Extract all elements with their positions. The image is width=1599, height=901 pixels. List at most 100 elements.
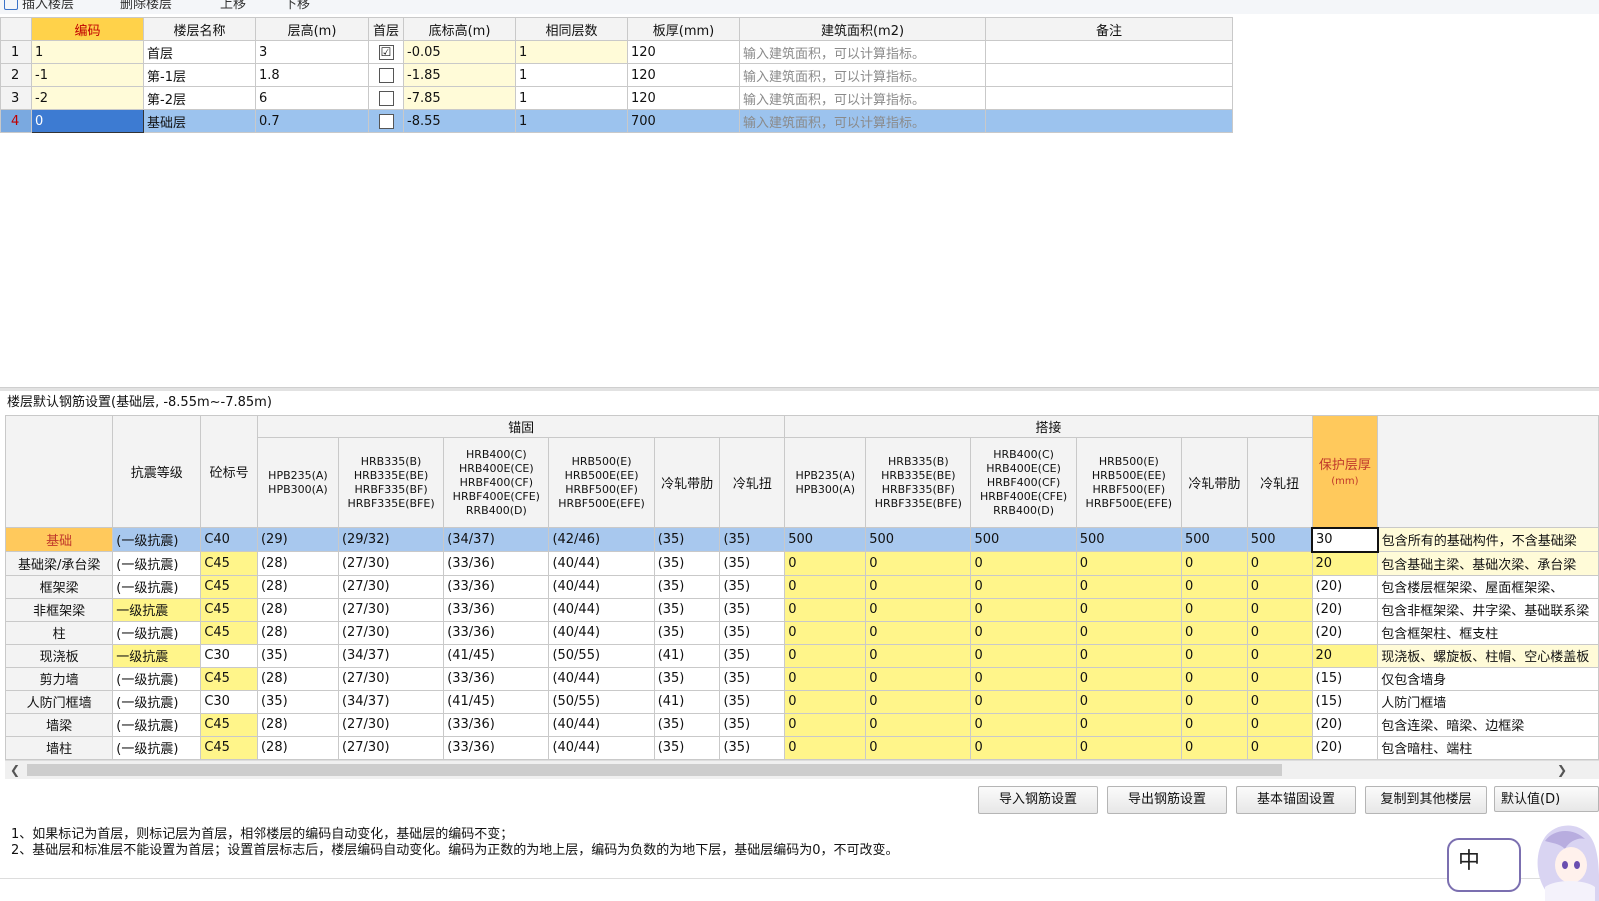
lap-hrb400-cell[interactable]: 0: [970, 597, 1077, 622]
first-floor-cell[interactable]: ☑: [368, 40, 404, 64]
anchor-hrb400-cell[interactable]: (41/45): [443, 643, 550, 668]
area-cell[interactable]: 输入建筑面积，可以计算指标。: [739, 63, 986, 87]
cover-thickness-cell[interactable]: 20: [1311, 551, 1379, 576]
lap-cold-rib-cell[interactable]: 0: [1180, 666, 1248, 691]
lap-cold-rib-cell[interactable]: 0: [1180, 643, 1248, 668]
seismic-grade-cell[interactable]: (一级抗震): [112, 574, 202, 599]
anchor-hrb400-cell[interactable]: (41/45): [443, 689, 550, 714]
concrete-grade-cell[interactable]: C45: [200, 597, 258, 622]
code-cell[interactable]: -1: [31, 63, 144, 87]
lap-hrb335-cell[interactable]: 0: [865, 689, 972, 714]
seismic-grade-cell[interactable]: (一级抗震): [112, 620, 202, 645]
rebar-row[interactable]: 框架梁 (一级抗震) C45 (28) (27/30) (33/36) (40/44) (35…: [4, 574, 1599, 599]
lap-hrb335-cell[interactable]: 0: [865, 643, 972, 668]
lap-cold-twist-cell[interactable]: 0: [1246, 597, 1313, 622]
anchor-cold-rib-cell[interactable]: (35): [653, 735, 721, 760]
copy-to-other-floors-button[interactable]: 复制到其他楼层: [1365, 786, 1487, 814]
anchor-hpb-cell[interactable]: (28): [256, 597, 339, 622]
default-value-button[interactable]: 默认值(D): [1494, 786, 1599, 812]
same-count-cell[interactable]: 1: [515, 109, 628, 133]
anchor-cold-rib-cell[interactable]: (41): [653, 643, 721, 668]
lap-hrb335-cell[interactable]: 0: [865, 735, 972, 760]
lap-hrb335-cell[interactable]: 0: [865, 597, 972, 622]
lap-cold-rib-cell[interactable]: 0: [1180, 597, 1248, 622]
column-header-same[interactable]: 相同层数: [515, 17, 628, 41]
area-cell[interactable]: 输入建筑面积，可以计算指标。: [739, 40, 986, 64]
thickness-cell[interactable]: 120: [627, 63, 740, 87]
column-header-first[interactable]: 首层: [368, 17, 404, 41]
anchor-hpb-cell[interactable]: (28): [256, 712, 339, 737]
anchor-hrb335-cell[interactable]: (27/30): [337, 551, 445, 576]
cover-thickness-cell[interactable]: 20: [1311, 643, 1379, 668]
anchor-cold-twist-cell[interactable]: (35): [719, 735, 786, 760]
anchor-cold-rib-cell[interactable]: (41): [653, 689, 721, 714]
component-cell[interactable]: 现浇板: [4, 643, 114, 668]
concrete-grade-cell[interactable]: C40: [200, 527, 258, 552]
anchor-hrb500-cell[interactable]: (40/44): [548, 574, 655, 599]
anchor-hrb400-cell[interactable]: (33/36): [443, 597, 550, 622]
lap-hrb400-cell[interactable]: 0: [970, 666, 1077, 691]
lap-hrb500-cell[interactable]: 0: [1075, 666, 1182, 691]
height-cell[interactable]: 6: [255, 86, 369, 110]
rebar-row[interactable]: 基础梁/承台梁 (一级抗震) C45 (28) (27/30) (33/36) (40/44…: [4, 551, 1599, 576]
height-cell[interactable]: 0.7: [255, 109, 369, 133]
lap-hpb-cell[interactable]: 0: [784, 689, 867, 714]
same-count-cell[interactable]: 1: [515, 86, 628, 110]
row-number[interactable]: 4: [0, 109, 32, 133]
cover-thickness-cell[interactable]: (20): [1311, 574, 1379, 599]
lap-hrb400-cell[interactable]: 0: [970, 551, 1077, 576]
move-up-button[interactable]: 上移: [220, 0, 246, 12]
move-down-button[interactable]: 下移: [284, 0, 310, 12]
lap-hpb-cell[interactable]: 0: [784, 712, 867, 737]
anchor-hrb335-cell[interactable]: (29/32): [337, 527, 445, 552]
scrollbar-thumb[interactable]: [27, 764, 1282, 776]
rebar-row[interactable]: 墙柱 (一级抗震) C45 (28) (27/30) (33/36) (40/44) (35)…: [4, 735, 1599, 760]
anchor-cold-twist-cell[interactable]: (35): [719, 712, 786, 737]
anchor-cold-rib-cell[interactable]: (35): [653, 620, 721, 645]
anchor-hpb-cell[interactable]: (28): [256, 551, 339, 576]
seismic-grade-cell[interactable]: (一级抗震): [112, 527, 202, 552]
component-cell[interactable]: 非框架梁: [4, 597, 114, 622]
lap-hrb335-cell[interactable]: 0: [865, 712, 972, 737]
seismic-grade-cell[interactable]: (一级抗震): [112, 689, 202, 714]
anchor-hrb335-cell[interactable]: (27/30): [337, 666, 445, 691]
anchor-hrb335-cell[interactable]: (27/30): [337, 597, 445, 622]
lap-cold-rib-cell[interactable]: 0: [1180, 689, 1248, 714]
row-number[interactable]: 2: [0, 63, 32, 87]
cover-thickness-cell[interactable]: (20): [1311, 597, 1379, 622]
component-cell[interactable]: 墙梁: [4, 712, 114, 737]
lap-cold-twist-cell[interactable]: 0: [1246, 712, 1313, 737]
code-cell-focused[interactable]: 0: [31, 109, 144, 133]
anchor-hrb400-cell[interactable]: (33/36): [443, 620, 550, 645]
note-cell[interactable]: [985, 40, 1233, 64]
component-cell[interactable]: 框架梁: [4, 574, 114, 599]
seismic-grade-cell[interactable]: (一级抗震): [112, 712, 202, 737]
height-cell[interactable]: 3: [255, 40, 369, 64]
floor-row[interactable]: 1 1 首层 3 ☑ -0.05 1 120 输入建筑面积，可以计算指标。: [0, 40, 1233, 64]
anchor-hrb500-cell[interactable]: (50/55): [548, 643, 655, 668]
code-cell[interactable]: 1: [31, 40, 144, 64]
code-cell[interactable]: -2: [31, 86, 144, 110]
lap-hrb500-cell[interactable]: 0: [1075, 574, 1182, 599]
anchor-hpb-cell[interactable]: (28): [256, 735, 339, 760]
component-cell[interactable]: 基础梁/承台梁: [4, 551, 114, 576]
anchor-hrb500-cell[interactable]: (40/44): [548, 712, 655, 737]
lap-hrb500-cell[interactable]: 0: [1075, 712, 1182, 737]
area-cell[interactable]: 输入建筑面积，可以计算指标。: [739, 86, 986, 110]
base-elevation-cell[interactable]: -7.85: [403, 86, 516, 110]
anchor-hrb500-cell[interactable]: (50/55): [548, 689, 655, 714]
anchor-hrb335-cell[interactable]: (27/30): [337, 712, 445, 737]
base-elevation-cell[interactable]: -1.85: [403, 63, 516, 87]
cover-thickness-cell[interactable]: (20): [1311, 620, 1379, 645]
lap-cold-rib-cell[interactable]: 0: [1180, 574, 1248, 599]
anchor-cold-rib-cell[interactable]: (35): [653, 712, 721, 737]
insert-floor-button[interactable]: 插入楼层: [22, 0, 74, 12]
first-floor-cell[interactable]: [368, 109, 404, 133]
first-floor-checkbox[interactable]: ☑: [378, 44, 394, 60]
lap-hpb-cell[interactable]: 0: [784, 574, 867, 599]
delete-floor-button[interactable]: 删除楼层: [120, 0, 172, 12]
first-floor-cell[interactable]: [368, 86, 404, 110]
scroll-right-arrow-icon[interactable]: ❯: [1555, 762, 1569, 778]
concrete-grade-cell[interactable]: C45: [200, 666, 258, 691]
concrete-grade-cell[interactable]: C45: [200, 551, 258, 576]
